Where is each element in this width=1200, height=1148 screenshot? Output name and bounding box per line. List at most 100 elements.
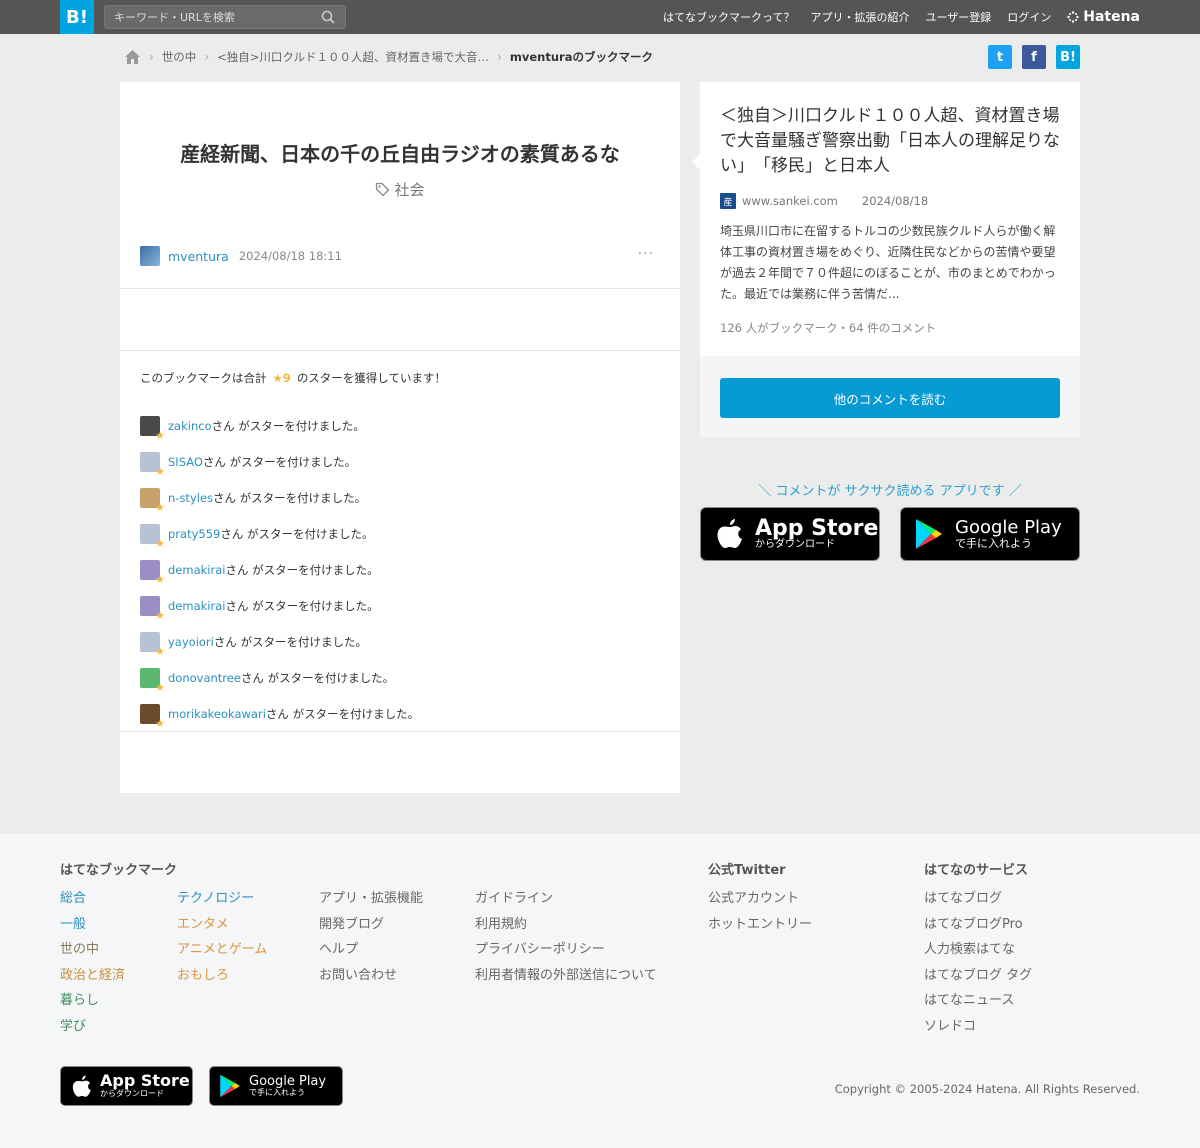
avatar[interactable]: ★ (140, 452, 165, 478)
entry-counts[interactable]: 126 人がブックマーク・64 件のコメント (720, 320, 936, 336)
facebook-share-icon[interactable]: f (1022, 45, 1046, 69)
footer-app-store-badge[interactable]: App Store からダウンロード (60, 1066, 193, 1106)
search-icon[interactable] (321, 10, 335, 24)
author-row: mventura 2024/08/18 18:11 ··· (140, 246, 660, 266)
google-play-main: Google Play (955, 516, 1062, 538)
footer-link[interactable]: おもしろ (177, 963, 267, 989)
avatar[interactable]: ★ (140, 416, 165, 442)
tag-label: 社会 (394, 181, 425, 199)
footer-link[interactable]: 一般 (60, 912, 125, 938)
footer-link[interactable]: 人力検索はてな (924, 937, 1032, 963)
footer-link[interactable]: 開発ブログ (319, 912, 423, 938)
star-user-name[interactable]: donovantree (168, 671, 241, 685)
entry-site[interactable]: www.sankei.com (742, 194, 838, 208)
star-list-item: ★ SISAO さん がスターを付けました。 (140, 444, 660, 480)
google-play-icon (916, 519, 942, 549)
footer-link[interactable]: ヘルプ (319, 937, 423, 963)
google-play-text: Google Play で手に入れよう (249, 1075, 326, 1097)
footer-link[interactable]: はてなブログPro (924, 912, 1032, 938)
app-store-main: App Store (755, 516, 879, 542)
footer-link[interactable]: 総合 (60, 886, 125, 912)
star-icon: ★ (155, 681, 165, 694)
bookmark-tag[interactable]: 社会 (120, 179, 680, 200)
app-store-text: App Store からダウンロード (755, 517, 878, 551)
search-input[interactable] (105, 6, 315, 28)
star-list-item: ★ demakirai さん がスターを付けました。 (140, 588, 660, 624)
footer-link[interactable]: はてなニュース (924, 988, 1032, 1014)
read-comments-button[interactable]: 他のコメントを読む (720, 378, 1060, 418)
footer-link[interactable]: はてなブログ タグ (924, 963, 1032, 989)
footer-link[interactable]: 利用規約 (475, 912, 657, 938)
footer-link[interactable]: 利用者情報の外部送信について (475, 963, 657, 989)
footer-link[interactable]: テクノロジー (177, 886, 267, 912)
app-store-badge[interactable]: App Store からダウンロード (700, 507, 880, 561)
footer-link[interactable]: 政治と経済 (60, 963, 125, 989)
avatar[interactable]: ★ (140, 560, 165, 586)
hatena-brand[interactable]: Hatena (1067, 9, 1140, 25)
footer-link[interactable]: エンタメ (177, 912, 267, 938)
google-play-sub: で手に入れよう (249, 1087, 305, 1097)
star-icon: ★ (155, 645, 165, 658)
hatena-bookmark-share-icon[interactable]: B! (1056, 45, 1080, 69)
tag-icon (376, 182, 390, 197)
star-list-item: ★ n-styles さん がスターを付けました。 (140, 480, 660, 516)
footer-link[interactable]: 公式アカウント (708, 886, 812, 912)
star-user-name[interactable]: yayoiori (168, 635, 214, 649)
avatar[interactable]: ★ (140, 704, 165, 730)
footer-link[interactable]: 世の中 (60, 937, 125, 963)
google-play-badge[interactable]: Google Play で手に入れよう (900, 507, 1080, 561)
nav-register[interactable]: ユーザー登録 (925, 9, 991, 25)
entry-summary: 埼玉県川口市に在留するトルコの少数民族クルド人らが働く解体工事の資材置き場をめぐ… (720, 224, 1056, 301)
footer-link[interactable]: お問い合わせ (319, 963, 423, 989)
star-user-suffix: さん がスターを付けました。 (213, 491, 367, 505)
star-user-name[interactable]: SISAO (168, 455, 203, 469)
footer-link[interactable]: アニメとゲーム (177, 937, 267, 963)
footer-google-play-badge[interactable]: Google Play で手に入れよう (209, 1066, 343, 1106)
star-user-name[interactable]: demakirai (168, 599, 225, 613)
avatar[interactable]: ★ (140, 596, 165, 622)
star-icon: ★ (155, 465, 165, 478)
footer-link[interactable]: ガイドライン (475, 886, 657, 912)
avatar[interactable] (140, 246, 160, 266)
site-favicon-icon: 産 (720, 193, 736, 209)
nav-login[interactable]: ログイン (1007, 9, 1051, 25)
bookmark-card: 産経新聞、日本の千の丘自由ラジオの素質あるな 社会 mventura 2024/… (120, 82, 680, 793)
nav-apps[interactable]: アプリ・拡張の紹介 (810, 9, 909, 25)
star-user-name[interactable]: demakirai (168, 563, 225, 577)
footer-link[interactable]: 学び (60, 1014, 125, 1040)
avatar[interactable]: ★ (140, 488, 165, 514)
footer: はてなブックマーク 総合 一般 世の中 政治と経済 暮らし 学び テクノロジー エンタメ アニ… (0, 834, 1200, 1148)
footer-category-links: 総合 一般 世の中 政治と経済 暮らし 学び (60, 886, 125, 1040)
star-user-name[interactable]: morikakeokawari (168, 707, 266, 721)
google-play-main: Google Play (249, 1073, 327, 1089)
avatar[interactable]: ★ (140, 668, 165, 694)
footer-link[interactable]: ソレドコ (924, 1014, 1032, 1040)
chevron-right-icon: › (204, 50, 210, 64)
author-name[interactable]: mventura (168, 249, 229, 264)
footer-link[interactable]: はてなブログ (924, 886, 1032, 912)
home-icon[interactable] (124, 49, 141, 65)
twitter-share-icon[interactable]: t (988, 45, 1012, 69)
footer-link[interactable]: プライバシーポリシー (475, 937, 657, 963)
star-summary-prefix: このブックマークは合計 (140, 371, 267, 385)
more-menu-icon[interactable]: ··· (638, 246, 654, 262)
avatar[interactable]: ★ (140, 632, 165, 658)
star-user-name[interactable]: praty559 (168, 527, 220, 541)
footer-link[interactable]: アプリ・拡張機能 (319, 886, 423, 912)
footer-title-hatena-bookmark: はてなブックマーク (60, 863, 178, 878)
breadcrumb-category[interactable]: 世の中 (162, 49, 197, 65)
hatena-bookmark-logo[interactable]: B! (60, 0, 94, 34)
entry-title[interactable]: ＜独自＞川口クルド１００人超、資材置き場で大音量騒ぎ警察出動「日本人の理解足りな… (720, 104, 1065, 179)
star-user-name[interactable]: zakinco (168, 419, 212, 433)
divider (120, 288, 680, 289)
nav-about[interactable]: はてなブックマークって？ (663, 9, 794, 25)
bookmark-date[interactable]: 2024/08/18 18:11 (239, 249, 342, 263)
avatar[interactable]: ★ (140, 524, 165, 550)
footer-twitter-links: 公式アカウント ホットエントリー (708, 886, 812, 937)
breadcrumb-entry[interactable]: <独自>川口クルド１００人超、資材置き場で大音… (217, 49, 489, 65)
footer-link[interactable]: ホットエントリー (708, 912, 812, 938)
star-user-name[interactable]: n-styles (168, 491, 213, 505)
footer-link[interactable]: 暮らし (60, 988, 125, 1014)
top-nav: はてなブックマークって？ アプリ・拡張の紹介 ユーザー登録 ログイン Haten… (663, 0, 1140, 34)
app-store-main: App Store (100, 1071, 190, 1091)
